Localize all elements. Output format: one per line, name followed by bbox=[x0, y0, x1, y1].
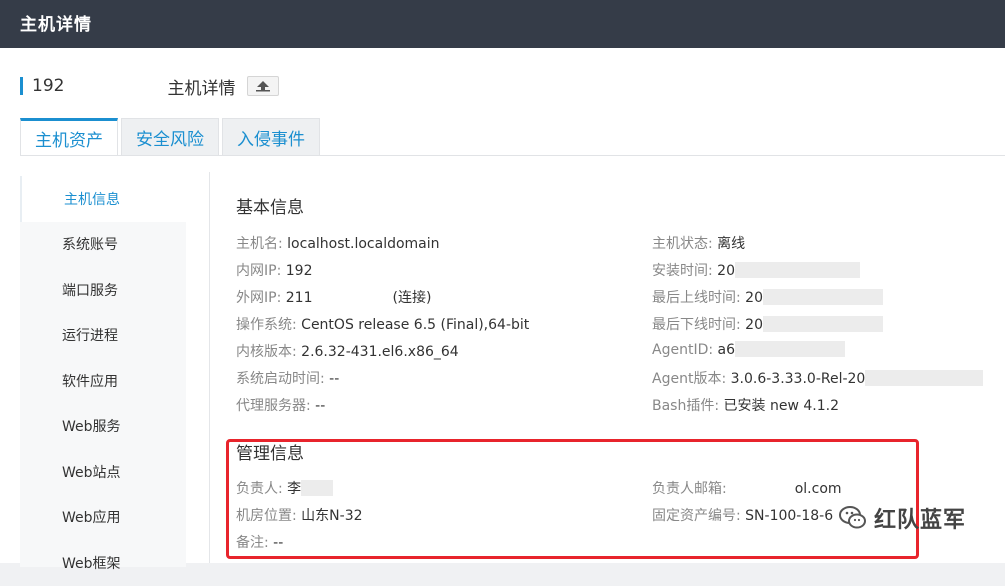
field-value: 20 bbox=[745, 290, 763, 306]
field-value: 20 bbox=[745, 317, 763, 333]
tab-label: 主机资产 bbox=[35, 130, 103, 151]
sidebar-item-web-sites[interactable]: Web站点 bbox=[20, 449, 186, 495]
field-label: 代理服务器: bbox=[236, 398, 311, 414]
field-last-online: 最后上线时间: 20 bbox=[652, 287, 883, 307]
sidebar-item-label: Web服务 bbox=[62, 419, 121, 436]
field-value: 已安装 new 4.1.2 bbox=[723, 398, 839, 414]
highlight-box bbox=[226, 439, 919, 559]
field-last-offline: 最后下线时间: 20 bbox=[652, 314, 883, 334]
field-value: 192 bbox=[285, 263, 313, 279]
sidebar-item-label: 系统账号 bbox=[62, 237, 118, 254]
sidebar-item-software[interactable]: 软件应用 bbox=[20, 358, 186, 404]
title-accent-bar bbox=[20, 77, 23, 95]
field-install-time: 安装时间: 20 bbox=[652, 260, 860, 280]
redacted-block bbox=[865, 370, 984, 386]
redacted-block bbox=[763, 316, 883, 332]
field-label: 最后上线时间: bbox=[652, 290, 741, 306]
field-agent-id: AgentID: a6 bbox=[652, 341, 846, 358]
watermark-text: 红队蓝军 bbox=[874, 508, 967, 533]
field-label: 主机状态: bbox=[652, 236, 713, 252]
field-host-status: 主机状态: 离线 bbox=[652, 233, 745, 253]
field-label: Bash插件: bbox=[652, 398, 720, 414]
field-label: 内网IP: bbox=[236, 263, 282, 279]
tab-intrusion-events[interactable]: 入侵事件 bbox=[222, 118, 320, 155]
field-label: 外网IP: bbox=[236, 290, 282, 306]
field-value: localhost.localdomain bbox=[287, 236, 440, 252]
redacted-block bbox=[735, 341, 846, 357]
field-label: AgentID: bbox=[652, 342, 714, 358]
basic-info-title: 基本信息 bbox=[236, 198, 304, 218]
field-boot-time: 系统启动时间: -- bbox=[236, 368, 339, 388]
sidebar-item-label: 主机信息 bbox=[64, 191, 120, 208]
field-label: 安装时间: bbox=[652, 263, 713, 279]
sidebar-item-system-accounts[interactable]: 系统账号 bbox=[20, 222, 186, 268]
field-value: a6 bbox=[717, 342, 736, 358]
sidebar: 主机信息 系统账号 端口服务 运行进程 软件应用 Web服务 Web站点 Web… bbox=[20, 176, 186, 572]
sidebar-item-host-info[interactable]: 主机信息 bbox=[20, 176, 186, 222]
redacted-block bbox=[735, 262, 860, 278]
sidebar-item-label: Web站点 bbox=[62, 464, 121, 481]
field-label: 主机名: bbox=[236, 236, 283, 252]
field-label: 最后下线时间: bbox=[652, 317, 741, 333]
sidebar-item-processes[interactable]: 运行进程 bbox=[20, 313, 186, 359]
arrow-up-icon bbox=[256, 81, 271, 92]
field-value: 3.0.6-3.33.0-Rel-20 bbox=[730, 371, 866, 387]
field-value: 2.6.32-431.el6.x86_64 bbox=[301, 344, 459, 360]
field-label: Agent版本: bbox=[652, 371, 727, 387]
tab-divider bbox=[20, 155, 1005, 156]
sidebar-item-label: 运行进程 bbox=[62, 328, 118, 345]
field-hostname: 主机名: localhost.localdomain bbox=[236, 233, 440, 253]
content-divider bbox=[209, 172, 210, 563]
field-value: CentOS release 6.5 (Final),64-bit bbox=[301, 317, 530, 333]
field-value: -- bbox=[329, 371, 340, 387]
field-label: 内核版本: bbox=[236, 344, 297, 360]
tab-host-assets[interactable]: 主机资产 bbox=[20, 118, 118, 155]
field-value: 离线 bbox=[717, 236, 746, 252]
tab-bar: 主机资产 安全风险 入侵事件 bbox=[20, 118, 323, 155]
host-ip: 192 bbox=[32, 76, 65, 96]
field-value: 211 bbox=[285, 290, 313, 306]
field-value: 20 bbox=[717, 263, 735, 279]
field-suffix: (连接) bbox=[392, 290, 432, 306]
field-label: 操作系统: bbox=[236, 317, 297, 333]
field-public-ip: 外网IP: 211 (连接) bbox=[236, 287, 431, 307]
top-bar: 主机详情 bbox=[0, 0, 1005, 48]
tab-security-risk[interactable]: 安全风险 bbox=[121, 118, 219, 155]
sidebar-item-web-apps[interactable]: Web应用 bbox=[20, 495, 186, 541]
top-bar-title: 主机详情 bbox=[20, 15, 92, 35]
back-up-button[interactable] bbox=[247, 76, 280, 96]
tab-label: 入侵事件 bbox=[237, 129, 305, 150]
sidebar-item-port-services[interactable]: 端口服务 bbox=[20, 267, 186, 313]
watermark: 红队蓝军 bbox=[838, 502, 966, 534]
host-header: 192 主机详情 bbox=[20, 73, 280, 99]
wechat-icon bbox=[839, 506, 866, 529]
redacted-ip bbox=[64, 73, 163, 99]
sidebar-item-label: 软件应用 bbox=[62, 373, 118, 390]
field-agent-version: Agent版本: 3.0.6-3.33.0-Rel-20 bbox=[652, 368, 984, 388]
field-kernel: 内核版本: 2.6.32-431.el6.x86_64 bbox=[236, 341, 459, 361]
field-private-ip: 内网IP: 192 bbox=[236, 260, 312, 280]
tab-label: 安全风险 bbox=[136, 129, 204, 150]
host-title: 主机详情 bbox=[167, 78, 236, 99]
sidebar-item-label: 端口服务 bbox=[62, 282, 118, 299]
field-os: 操作系统: CentOS release 6.5 (Final),64-bit bbox=[236, 314, 529, 334]
field-bash-plugin: Bash插件: 已安装 new 4.1.2 bbox=[652, 395, 839, 415]
field-label: 系统启动时间: bbox=[236, 371, 325, 387]
field-proxy: 代理服务器: -- bbox=[236, 395, 325, 415]
sidebar-item-web-services[interactable]: Web服务 bbox=[20, 404, 186, 450]
redacted-block bbox=[763, 289, 883, 305]
sidebar-item-label: Web应用 bbox=[62, 510, 121, 527]
field-value: -- bbox=[315, 398, 326, 414]
